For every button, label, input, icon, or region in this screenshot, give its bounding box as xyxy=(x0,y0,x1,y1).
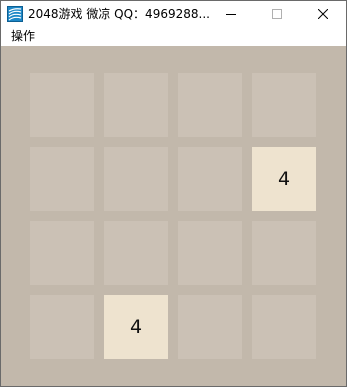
tile-r0-c2 xyxy=(178,73,242,137)
game-window: 2048游戏 微凉 QQ：4969288... 操作 4 4 xyxy=(0,0,347,387)
game-board[interactable]: 4 4 xyxy=(1,46,346,386)
title-bar[interactable]: 2048游戏 微凉 QQ：4969288... xyxy=(1,1,346,27)
tile-r2-c3 xyxy=(252,221,316,285)
tile-r2-c1 xyxy=(104,221,168,285)
app-icon xyxy=(7,6,23,22)
tile-r0-c1 xyxy=(104,73,168,137)
maximize-button[interactable] xyxy=(254,1,300,27)
close-icon xyxy=(318,9,328,19)
tile-r2-c0 xyxy=(30,221,94,285)
tile-r3-c2 xyxy=(178,295,242,359)
menu-bar: 操作 xyxy=(1,27,346,46)
tile-r3-c3 xyxy=(252,295,316,359)
window-title: 2048游戏 微凉 QQ：4969288... xyxy=(28,7,210,21)
close-button[interactable] xyxy=(300,1,346,27)
tile-r3-c0 xyxy=(30,295,94,359)
menu-item-operations[interactable]: 操作 xyxy=(10,28,36,45)
tile-r1-c3: 4 xyxy=(252,147,316,211)
maximize-icon xyxy=(272,9,282,19)
tile-r0-c0 xyxy=(30,73,94,137)
tile-r1-c0 xyxy=(30,147,94,211)
tile-r1-c2 xyxy=(178,147,242,211)
minimize-icon xyxy=(226,14,236,15)
tile-r1-c1 xyxy=(104,147,168,211)
minimize-button[interactable] xyxy=(208,1,254,27)
tile-r2-c2 xyxy=(178,221,242,285)
tile-r3-c1: 4 xyxy=(104,295,168,359)
tile-r0-c3 xyxy=(252,73,316,137)
